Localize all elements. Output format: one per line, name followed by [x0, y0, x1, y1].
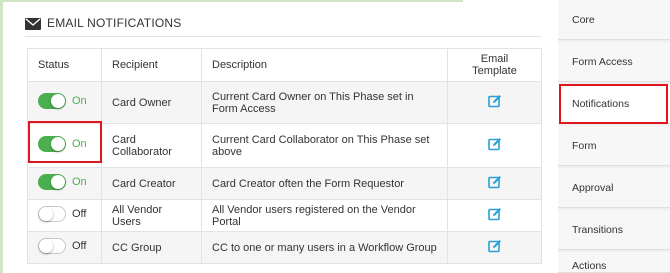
description-cell: All Vendor users registered on the Vendo… [201, 199, 448, 232]
status-cell: Off [27, 199, 102, 232]
template-cell [447, 81, 542, 124]
sidebar-item-form-access[interactable]: Form Access [558, 42, 670, 82]
toggle-knob [51, 94, 65, 108]
recipient-cell: CC Group [101, 231, 202, 264]
table-header-row: Status Recipient Description Email Templ… [27, 48, 542, 82]
table-row: On Card Collaborator Current Card Collab… [27, 123, 542, 168]
status-toggle[interactable]: Off [38, 206, 86, 222]
toggle-knob [39, 239, 53, 253]
toggle-switch[interactable] [38, 93, 66, 109]
sidebar-item-approval[interactable]: Approval [558, 168, 670, 208]
toggle-switch[interactable] [38, 174, 66, 190]
toggle-label: On [72, 95, 87, 107]
description-cell: CC to one or many users in a Workflow Gr… [201, 231, 448, 264]
sidebar-item-actions[interactable]: Actions [558, 252, 670, 273]
column-header-description: Description [201, 48, 448, 82]
notifications-table: Status Recipient Description Email Templ… [27, 48, 542, 264]
status-toggle[interactable]: On [38, 93, 87, 109]
column-header-status: Status [27, 48, 102, 82]
edit-icon[interactable] [487, 239, 502, 253]
template-cell [447, 199, 542, 232]
edit-icon[interactable] [487, 207, 502, 221]
column-header-email-template: Email Template [447, 48, 542, 82]
status-toggle[interactable]: Off [38, 238, 86, 254]
settings-sidebar: Core Form Access Notifications Form Appr… [558, 0, 670, 273]
table-row: Off All Vendor Users All Vendor users re… [27, 199, 542, 232]
toggle-knob [51, 175, 65, 189]
envelope-icon [25, 17, 41, 30]
column-header-recipient: Recipient [101, 48, 202, 82]
section-header: EMAIL NOTIFICATIONS [25, 10, 541, 37]
recipient-cell: Card Creator [101, 167, 202, 200]
description-cell: Current Card Owner on This Phase set in … [201, 81, 448, 124]
template-cell [447, 167, 542, 200]
toggle-label: Off [72, 240, 87, 252]
toggle-highlight-box [28, 121, 102, 163]
recipient-cell: All Vendor Users [101, 199, 202, 232]
template-cell [447, 231, 542, 264]
recipient-cell: Card Collaborator [101, 123, 202, 168]
toggle-knob [39, 207, 53, 221]
toggle-label: On [72, 176, 87, 188]
table-row: On Card Creator Card Creator often the F… [27, 167, 542, 200]
sidebar-item-transitions[interactable]: Transitions [558, 210, 670, 250]
description-cell: Current Card Collaborator on This Phase … [201, 123, 448, 168]
panel-top-accent [3, 0, 463, 2]
sidebar-highlight-box [559, 84, 668, 124]
toggle-switch[interactable] [38, 206, 66, 222]
edit-icon[interactable] [487, 94, 502, 108]
status-cell: Off [27, 231, 102, 264]
description-cell: Card Creator often the Form Requestor [201, 167, 448, 200]
status-cell: On [27, 81, 102, 124]
sidebar-item-form[interactable]: Form [558, 126, 670, 166]
table-row: On Card Owner Current Card Owner on This… [27, 81, 542, 124]
status-toggle[interactable]: On [38, 174, 87, 190]
edit-icon[interactable] [487, 175, 502, 189]
table-row: Off CC Group CC to one or many users in … [27, 231, 542, 264]
template-cell [447, 123, 542, 168]
status-cell: On [27, 167, 102, 200]
toggle-label: Off [72, 208, 87, 220]
recipient-cell: Card Owner [101, 81, 202, 124]
email-notifications-panel: EMAIL NOTIFICATIONS Status Recipient Des… [0, 0, 550, 273]
sidebar-item-core[interactable]: Core [558, 0, 670, 40]
toggle-switch[interactable] [38, 238, 66, 254]
edit-icon[interactable] [487, 137, 502, 151]
section-title: EMAIL NOTIFICATIONS [47, 16, 182, 30]
